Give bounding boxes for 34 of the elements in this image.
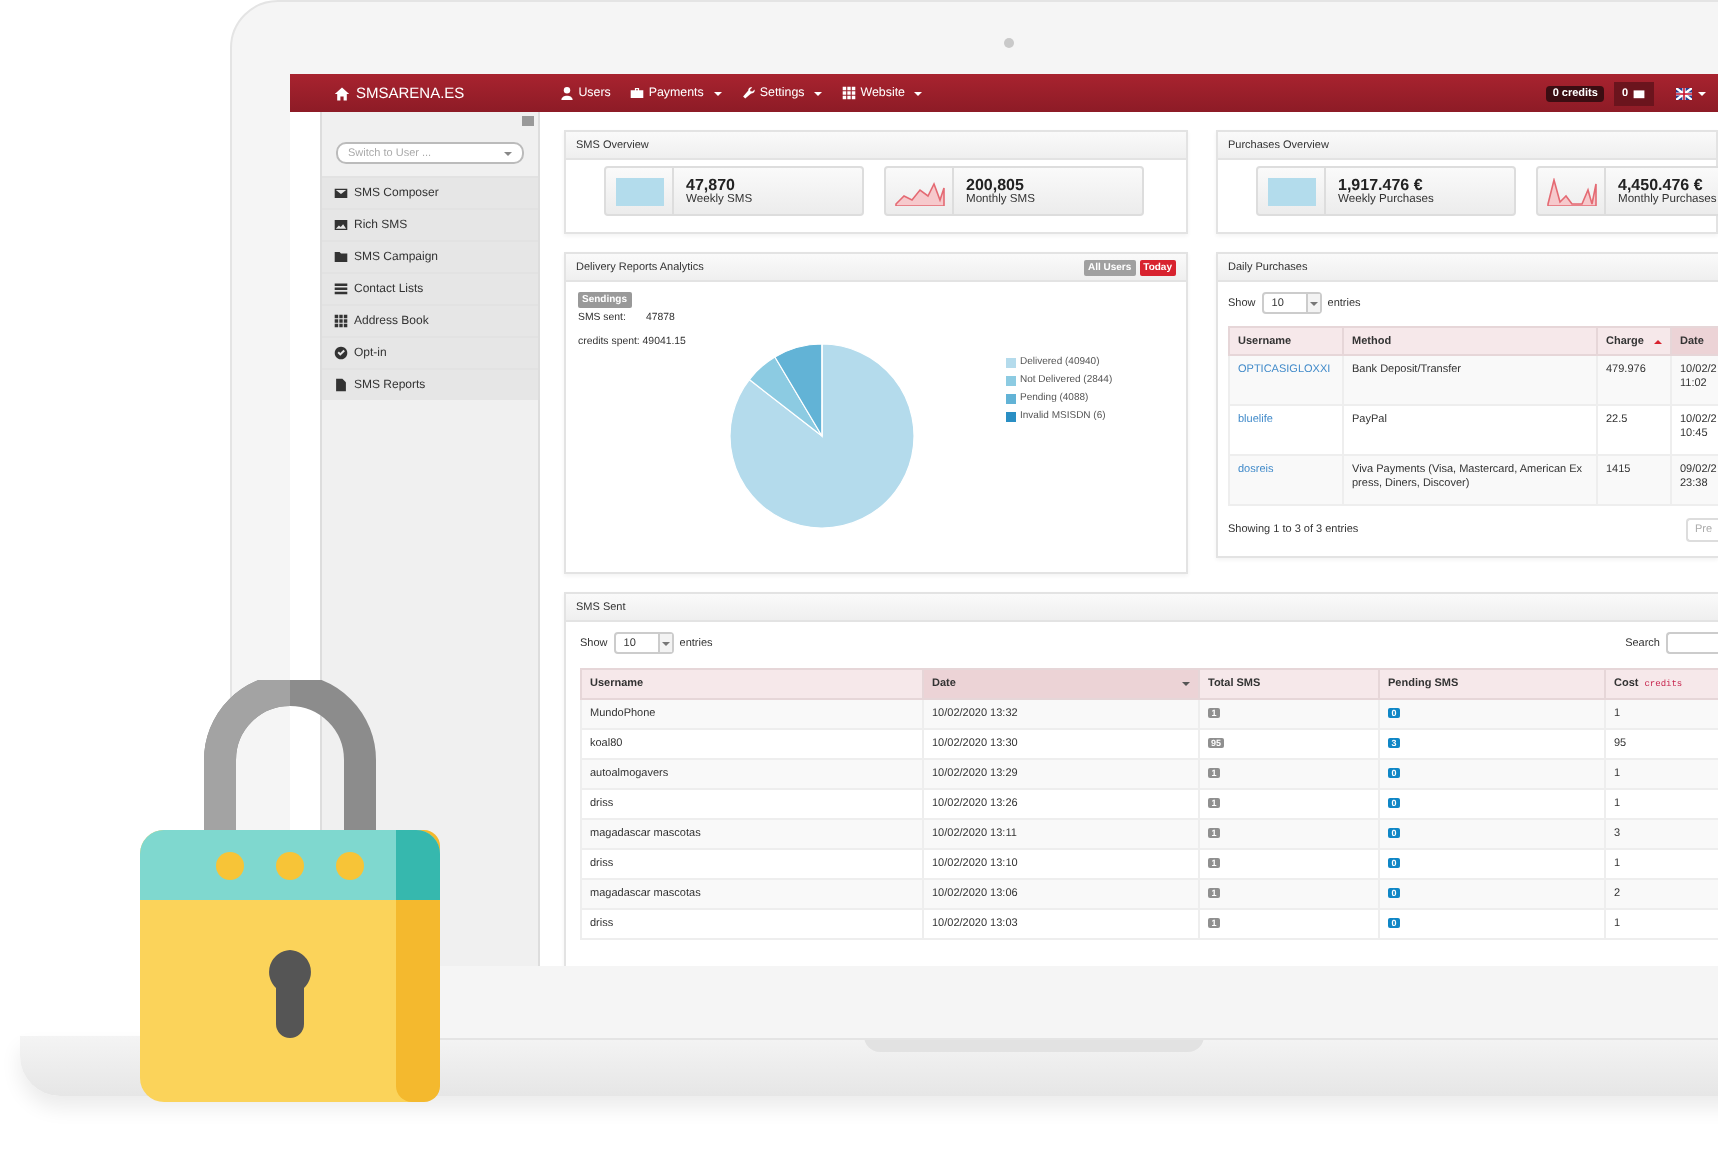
stat-value: 1,917.476 €	[1338, 176, 1423, 194]
sparkline-icon	[891, 177, 947, 205]
grid-icon	[842, 86, 857, 100]
list-icon	[334, 282, 348, 296]
caret-icon	[914, 91, 923, 95]
legend-swatch	[1006, 411, 1016, 421]
image-icon	[334, 218, 348, 232]
document-icon	[334, 378, 348, 392]
folder-icon	[334, 250, 348, 264]
wrench-icon	[741, 86, 756, 100]
stat-value: 4,450.476 €	[1618, 176, 1703, 194]
briefcase-icon	[630, 86, 645, 100]
language-menu[interactable]	[1676, 87, 1706, 99]
caret-icon	[1698, 91, 1706, 95]
legend-swatch	[1006, 393, 1016, 403]
tile-icon	[1263, 177, 1319, 205]
stat-value: 47,870	[686, 176, 737, 194]
search-field[interactable]	[1666, 632, 1718, 654]
home-icon	[334, 85, 350, 101]
legend-swatch	[1006, 375, 1016, 385]
tile-icon	[611, 177, 667, 205]
camera-icon	[1004, 38, 1014, 48]
sparkline-icon	[1543, 177, 1599, 205]
caret-icon	[1309, 301, 1318, 305]
stat-value: 200,805	[966, 176, 1026, 194]
collapse-icon[interactable]	[522, 116, 534, 126]
flag-icon	[1676, 87, 1692, 99]
caret-icon	[504, 151, 512, 155]
legend-swatch	[1006, 357, 1016, 367]
caret-icon	[661, 641, 670, 645]
grid-icon	[334, 314, 348, 328]
caret-icon	[814, 91, 823, 95]
person-icon	[560, 86, 575, 100]
caret-icon	[713, 91, 722, 95]
